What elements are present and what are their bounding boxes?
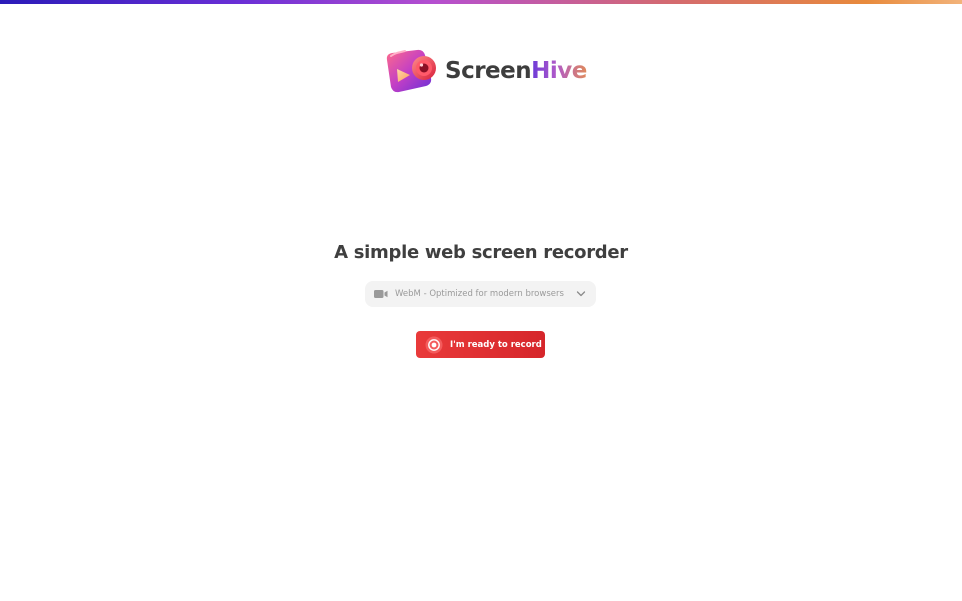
page-headline: A simple web screen recorder bbox=[334, 242, 628, 263]
start-recording-label: I'm ready to record bbox=[450, 339, 542, 350]
format-select[interactable]: WebM - Optimized for modern browsers bbox=[365, 281, 596, 307]
format-select-value: WebM - Optimized for modern browsers bbox=[395, 289, 564, 299]
brand-name-part2: Hive bbox=[531, 58, 587, 84]
start-recording-button[interactable]: I'm ready to record bbox=[416, 331, 545, 358]
brand-logo: ScreenHive bbox=[383, 48, 587, 94]
top-gradient-bar bbox=[0, 0, 962, 4]
brand-name-part1: Screen bbox=[445, 58, 532, 84]
brand-name: ScreenHive bbox=[445, 48, 587, 94]
record-icon bbox=[425, 336, 443, 354]
video-camera-icon bbox=[374, 289, 388, 299]
chevron-down-icon[interactable] bbox=[576, 289, 586, 299]
camera-icon bbox=[386, 49, 436, 93]
